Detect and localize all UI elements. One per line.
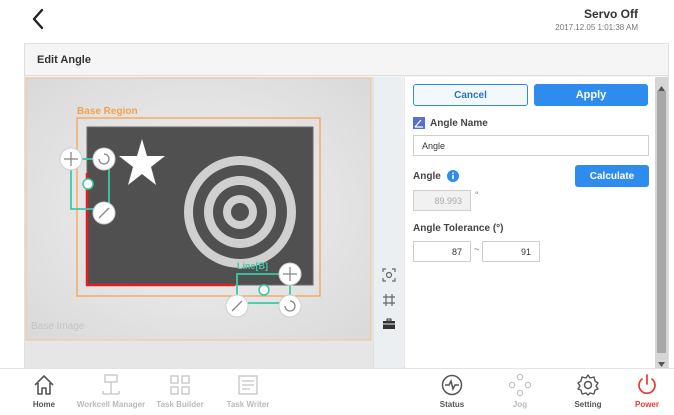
gear-icon (577, 374, 599, 396)
nav-task-builder[interactable]: Task Builder (145, 373, 215, 415)
grid-icon (383, 294, 395, 306)
angle-label: Angle (413, 170, 441, 182)
angle-icon (413, 117, 425, 129)
status-icon (441, 374, 463, 396)
nav-status-label: Status (439, 400, 465, 409)
calculate-button[interactable]: Calculate (575, 165, 649, 187)
scroll-down-arrow[interactable] (657, 356, 666, 367)
target-rings (231, 203, 249, 221)
nav-task-builder-label: Task Builder (156, 400, 204, 409)
line-a-point[interactable] (82, 178, 94, 190)
angle-name-heading: Angle Name (413, 117, 488, 129)
angle-value-field: 89.993 (413, 190, 471, 211)
fit-view-button[interactable] (379, 265, 399, 285)
image-viewport[interactable]: Base Region Line[B] Base Image (25, 77, 373, 368)
jog-icon (508, 373, 532, 397)
chevron-left-icon (32, 8, 44, 30)
nav-status[interactable]: Status (417, 373, 487, 415)
cancel-button[interactable]: Cancel (413, 84, 528, 106)
nav-jog-label: Jog (512, 400, 528, 409)
angle-name-input[interactable]: Angle (413, 135, 649, 156)
tolerance-max-input[interactable]: 91 (482, 241, 540, 262)
angle-tolerance-label: Angle Tolerance (°) (413, 223, 504, 234)
workcell-icon (102, 374, 120, 395)
nav-power[interactable]: Power (620, 373, 674, 415)
home-icon (34, 375, 54, 395)
grid-button[interactable] (379, 290, 399, 310)
toolbox-button[interactable] (379, 314, 399, 334)
base-image-label: Base Image (31, 321, 85, 332)
panel-title: Edit Angle (25, 44, 668, 76)
nav-task-writer[interactable]: Task Writer (213, 373, 283, 415)
servo-status: Servo Off 2017.12.05 1:01:38 AM (555, 7, 638, 32)
rotate-handle-b[interactable] (278, 294, 302, 318)
nav-setting[interactable]: Setting (553, 373, 623, 415)
servo-status-text: Servo Off (583, 7, 638, 21)
back-button[interactable] (28, 6, 48, 32)
power-icon (638, 374, 656, 395)
info-icon[interactable] (446, 170, 459, 182)
task-writer-icon (238, 375, 258, 395)
nav-setting-label: Setting (574, 400, 602, 409)
line-b-point[interactable] (258, 284, 270, 296)
nav-workcell-label: Workcell Manager (76, 400, 146, 409)
toolbox-icon (383, 318, 395, 329)
nav-home[interactable]: Home (9, 373, 79, 415)
bottom-nav: Home Workcell Manager Task Builder Task … (0, 368, 674, 415)
apply-button[interactable]: Apply (534, 84, 648, 106)
nav-home-label: Home (32, 400, 56, 409)
timestamp: 2017.12.05 1:01:38 AM (555, 23, 638, 32)
nav-task-writer-label: Task Writer (226, 400, 270, 409)
tolerance-separator: ~ (474, 244, 480, 254)
nav-power-label: Power (634, 400, 659, 409)
tolerance-min-input[interactable]: 87 (413, 241, 471, 262)
nav-workcell-manager[interactable]: Workcell Manager (76, 373, 146, 415)
fit-view-icon (382, 268, 396, 282)
nav-jog[interactable]: Jog (485, 373, 555, 415)
task-builder-icon (170, 375, 190, 395)
angle-heading: Angle (413, 170, 459, 182)
angle-name-label: Angle Name (430, 117, 488, 129)
tool-column (373, 77, 403, 368)
scroll-up-arrow[interactable] (657, 80, 666, 91)
line-b-label: Line[B] (237, 261, 268, 271)
edit-angle-panel: Edit Angle Base Region Line[B] Base Imag… (24, 43, 669, 368)
top-bar: Servo Off 2017.12.05 1:01:38 AM (0, 0, 674, 40)
rotate-handle-a[interactable] (92, 147, 116, 171)
form-scrollbar[interactable] (655, 77, 668, 368)
angle-form: Cancel Apply Angle Name Angle Angle Calc… (404, 77, 656, 368)
scroll-thumb[interactable] (657, 91, 666, 353)
base-region-label: Base Region (77, 106, 138, 117)
angle-unit: ° (475, 190, 479, 200)
